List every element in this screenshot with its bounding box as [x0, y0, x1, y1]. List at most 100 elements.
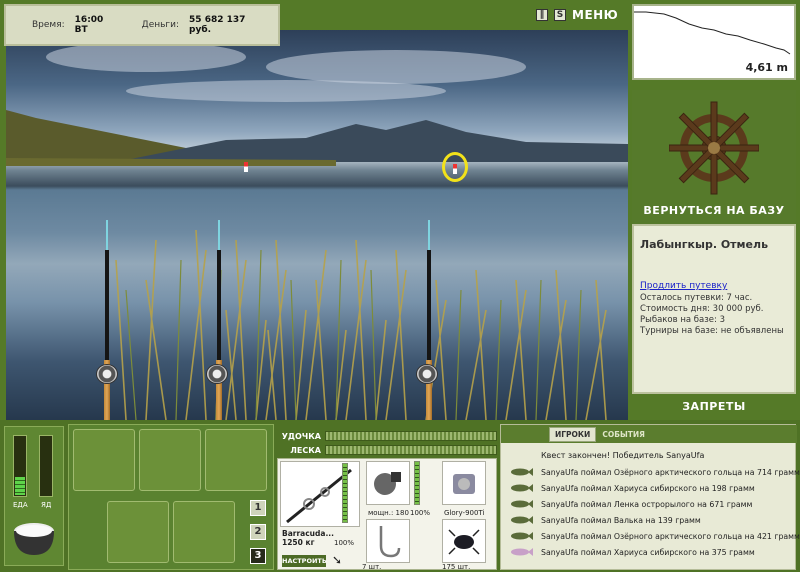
day-cost: Стоимость дня: 30 000 руб. [640, 304, 764, 314]
money-label: Деньги: [141, 20, 180, 30]
money-value: 55 682 137 руб. [189, 15, 246, 35]
reel-percent: 100% [410, 509, 431, 517]
line-label: ЛЕСКА [290, 445, 321, 455]
reel-power: мощн.: 180 [368, 509, 409, 517]
tackle-panel: УДОЧКА ЛЕСКА 100% Barracuda... 1250 кг Н… [277, 424, 497, 571]
setup-button[interactable]: НАСТРОИТЬ [282, 555, 327, 567]
rod-weight: 1250 кг [282, 538, 315, 547]
depth-value: 4,61 m [745, 61, 788, 74]
list-item: SanyaUfa поймал Хариуса сибирского на 37… [509, 545, 793, 559]
poison-meter [39, 435, 53, 497]
catch-entry: SanyaUfa поймал Озёрного арктического го… [541, 467, 800, 477]
hook-slot[interactable] [366, 519, 410, 563]
beetle-bait-icon [448, 529, 480, 555]
fish-icon [511, 468, 533, 476]
reeds [115, 229, 607, 420]
fish-icon [511, 532, 533, 540]
catch-entry: SanyaUfa поймал Хариуса сибирского на 19… [541, 483, 755, 493]
reel-2[interactable] [206, 364, 228, 384]
rod-model: Barracuda... [282, 529, 334, 538]
float-marker[interactable] [244, 162, 248, 172]
status-bar: Время: 16:00 ВТ Деньги: 55 682 137 руб. [4, 4, 280, 46]
time-label: Время: [32, 20, 65, 30]
cloud [266, 50, 526, 84]
menu-button[interactable]: МЕНЮ [572, 8, 618, 22]
catch-entry: SanyaUfa поймал Ленка острорылого на 671… [541, 499, 753, 509]
fish-icon [511, 516, 533, 524]
fish-icon [511, 548, 533, 556]
bait-slot[interactable] [442, 519, 486, 563]
inventory-page-2[interactable]: 2 [250, 524, 266, 540]
tournaments-at-base: Турниры на базе: не объявлены [640, 326, 784, 336]
rod-durability-bar [325, 431, 497, 441]
catch-entry: SanyaUfa поймал Валька на 139 грамм [541, 515, 701, 525]
net-icon[interactable] [205, 429, 267, 491]
time-value: 16:00 ВТ [74, 15, 104, 35]
cloud [46, 42, 246, 72]
rod-health-bar [342, 463, 348, 523]
float-highlight-ring [442, 152, 468, 182]
list-item: SanyaUfa поймал Хариуса сибирского на 19… [509, 481, 793, 495]
bottom-panel: ЕДА ЯД 1 2 3 УДОЧКА ЛЕСКА 100% Barracuda… [0, 420, 800, 572]
rod-slot[interactable] [280, 461, 360, 527]
hook-icon [379, 526, 401, 558]
tab-events[interactable]: СОБЫТИЯ [602, 430, 645, 439]
extend-permit-link[interactable]: Продлить путевку [640, 281, 788, 291]
sound-icon[interactable]: S [554, 9, 566, 21]
line-tension-row: ЛЕСКА [277, 444, 497, 456]
top-controls: ∥ S МЕНЮ [536, 8, 618, 22]
reel-health-bar [414, 461, 420, 505]
ship-wheel-icon[interactable] [669, 98, 759, 198]
event-log: ИГРОКИ СОБЫТИЯ Квест закончен! Победител… [500, 424, 800, 570]
food-meter [13, 435, 27, 497]
line-spool-icon [453, 474, 475, 494]
fish-icon [511, 500, 533, 508]
inventory-page-3[interactable]: 3 [250, 548, 266, 564]
reel-icon [374, 472, 401, 495]
rod-name: Barracuda... 1250 кг [282, 529, 334, 547]
bans-button[interactable]: ЗАПРЕТЫ [632, 396, 796, 413]
reel-slot[interactable] [366, 461, 410, 505]
line-slot[interactable] [442, 461, 486, 505]
groundbait-bag-icon[interactable] [139, 429, 201, 491]
poison-label: ЯД [41, 501, 52, 509]
rod-label: УДОЧКА [281, 431, 321, 441]
line-name: Glory-900Ti [444, 509, 485, 517]
anglers-at-base: Рыбаков на базе: 3 [640, 315, 725, 325]
mountains [6, 110, 628, 166]
tab-players[interactable]: ИГРОКИ [549, 426, 597, 442]
rod-durability-row: УДОЧКА [277, 430, 497, 442]
cloud [126, 80, 446, 102]
catch-entry: SanyaUfa поймал Озёрного арктического го… [541, 531, 800, 541]
location-title: Лабынгкыр. Отмель [640, 238, 769, 251]
line-tension-bar [325, 445, 497, 455]
return-to-base-button[interactable]: ВЕРНУТЬСЯ НА БАЗУ [632, 204, 796, 217]
location-panel: Лабынгкыр. Отмель Продлить путевку Остал… [632, 224, 796, 394]
inventory-panel [68, 424, 274, 570]
vegetable-basket-icon[interactable] [107, 501, 169, 563]
depth-graph: 4,61 m [632, 4, 796, 80]
quest-result: Квест закончен! Победитель SanyaUfa [541, 451, 705, 460]
hook-count: 7 шт. [362, 563, 382, 571]
tackle-box-icon[interactable] [73, 429, 135, 491]
pause-icon[interactable]: ∥ [536, 9, 548, 21]
list-item: SanyaUfa поймал Озёрного арктического го… [509, 529, 800, 543]
log-tabs: ИГРОКИ СОБЫТИЯ [501, 425, 797, 443]
list-item: SanyaUfa поймал Ленка острорылого на 671… [509, 497, 793, 511]
bucket-icon[interactable] [173, 501, 235, 563]
food-label: ЕДА [13, 501, 28, 509]
tackle-slots: 100% Barracuda... 1250 кг НАСТРОИТЬ ➘ мо… [277, 458, 497, 571]
rod-percent: 100% [334, 539, 355, 547]
catch-entry: SanyaUfa поймал Хариуса сибирского на 37… [541, 547, 755, 557]
pot-icon[interactable] [11, 517, 57, 557]
meters-panel: ЕДА ЯД [4, 426, 64, 566]
list-item: SanyaUfa поймал Валька на 139 грамм [509, 513, 793, 527]
reel-1[interactable] [96, 364, 118, 384]
inventory-page-1[interactable]: 1 [250, 500, 266, 516]
arrow-icon: ➘ [332, 553, 343, 567]
bait-count: 175 шт. [442, 563, 471, 571]
lake-scene[interactable] [6, 30, 628, 420]
permit-remaining: Осталось путевки: 7 час. [640, 293, 753, 303]
list-item: SanyaUfa поймал Озёрного арктического го… [509, 465, 800, 479]
reel-3[interactable] [416, 364, 438, 384]
